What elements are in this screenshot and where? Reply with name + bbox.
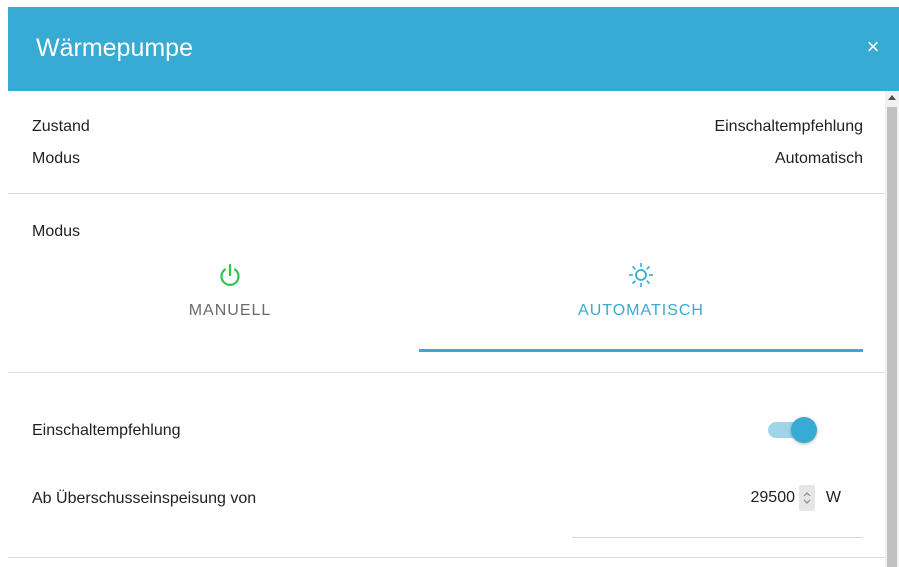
divider [8, 557, 885, 558]
dialog: Wärmepumpe × Zustand Einschaltempfehlung… [0, 0, 899, 567]
tab-indicator [419, 349, 863, 352]
tab-automatisch[interactable]: AUTOMATISCH [419, 261, 863, 351]
dialog-content: Zustand Einschaltempfehlung Modus Automa… [8, 91, 885, 567]
divider [8, 372, 885, 373]
scroll-up-icon[interactable] [888, 95, 896, 100]
recommendation-toggle[interactable] [766, 417, 826, 443]
dialog-title: Wärmepumpe [36, 34, 193, 62]
toggle-knob [791, 417, 817, 443]
tab-automatisch-label: AUTOMATISCH [578, 302, 704, 319]
scrollbar[interactable] [885, 91, 899, 567]
dialog-header: Wärmepumpe × [8, 7, 899, 91]
surplus-input[interactable] [673, 488, 797, 508]
mode-selector-label: Modus [32, 223, 81, 240]
divider [8, 193, 885, 194]
tab-manuell[interactable]: MANUELL [8, 261, 452, 351]
close-icon[interactable]: × [861, 35, 885, 59]
recommendation-label: Einschaltempfehlung [32, 422, 181, 439]
surplus-unit: W [825, 489, 841, 506]
mode-label: Modus [32, 150, 81, 167]
mode-value: Automatisch [774, 150, 863, 167]
sun-icon [627, 261, 655, 289]
spin-button[interactable] [799, 485, 815, 511]
surplus-label: Ab Überschusseinspeisung von [32, 490, 257, 507]
scrollbar-thumb[interactable] [887, 107, 897, 567]
power-icon [216, 261, 244, 289]
tab-manuell-label: MANUELL [188, 302, 272, 319]
state-label: Zustand [32, 118, 90, 135]
surplus-field: W [572, 485, 863, 538]
state-value: Einschaltempfehlung [714, 118, 863, 135]
